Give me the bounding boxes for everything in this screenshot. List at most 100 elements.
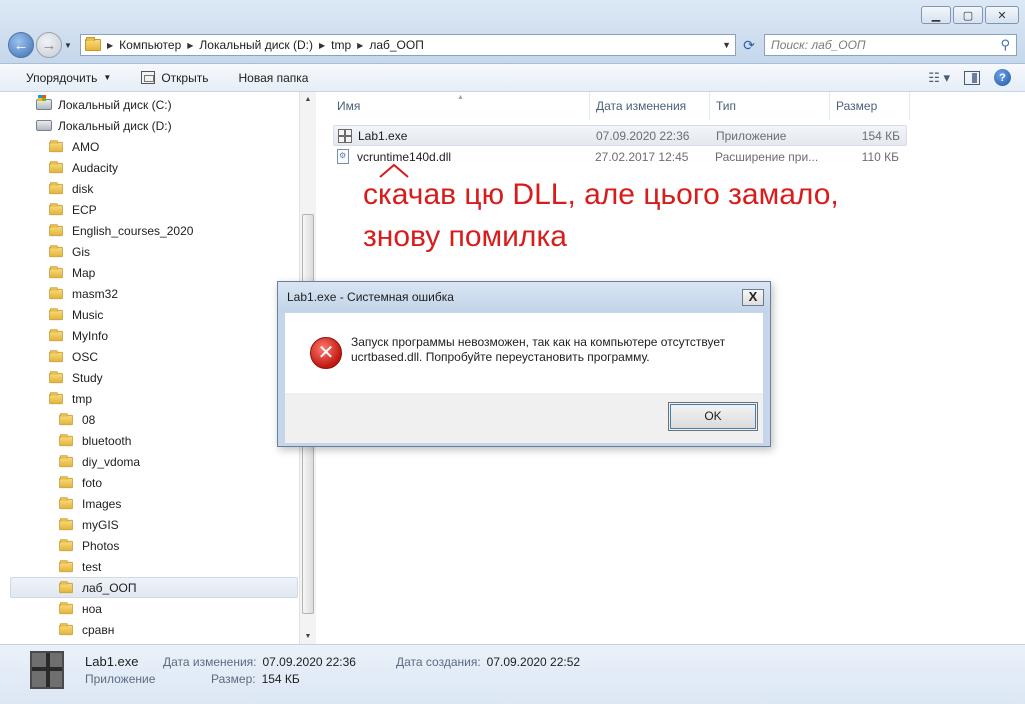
tree-item-label: Map (72, 265, 96, 280)
tree-item-folder[interactable]: Map (48, 262, 95, 283)
search-icon[interactable]: ⚲ (1000, 37, 1010, 53)
tree-item-folder[interactable]: myGIS (58, 514, 119, 535)
file-date: 27.02.2017 12:45 (595, 149, 689, 164)
folder-icon (59, 496, 73, 509)
chevron-right-icon[interactable]: ▶ (187, 41, 193, 50)
search-input[interactable]: Поиск: лаб_ООП ⚲ (764, 34, 1017, 56)
tree-item-folder[interactable]: сравн (58, 619, 114, 640)
back-button[interactable]: ← (8, 32, 34, 58)
tree-item-label: Photos (82, 538, 120, 553)
ok-button[interactable]: OK (668, 402, 758, 431)
folder-icon (49, 223, 63, 236)
tree-item-lab-oop-selected[interactable]: лаб_ООП (10, 577, 298, 598)
refresh-button[interactable]: ⟳ (738, 34, 760, 56)
tree-item-label: masm32 (72, 286, 119, 301)
details-file-name: Lab1.exe (85, 654, 139, 669)
folder-icon (85, 37, 101, 51)
folder-icon (59, 538, 73, 551)
view-options-button[interactable]: ☷ ▾ (928, 70, 950, 86)
details-created: Дата создания: 07.09.2020 22:52 (396, 655, 580, 669)
file-row[interactable]: vcruntime140d.dll 27.02.2017 12:45 Расши… (333, 146, 907, 167)
toolbar-right: ☷ ▾ ? (928, 69, 1011, 86)
new-folder-button[interactable]: Новая папка (238, 71, 308, 85)
folder-icon (49, 265, 63, 278)
chevron-right-icon[interactable]: ▶ (107, 41, 113, 50)
dialog-close-button[interactable]: X (742, 289, 764, 306)
tree-item-folder[interactable]: English_courses_2020 (48, 220, 193, 241)
dll-icon (337, 149, 349, 164)
tree-item-folder[interactable]: 08 (58, 409, 95, 430)
organize-button[interactable]: Упорядочить ▼ (26, 71, 111, 85)
details-size-label: Размер: (211, 672, 256, 686)
tree-item-label: Локальный диск (C:) (58, 97, 172, 112)
tree-item-label: 08 (82, 412, 96, 427)
close-button[interactable]: ✕ (985, 6, 1019, 24)
file-name: Lab1.exe (358, 128, 408, 143)
organize-label: Упорядочить (26, 70, 98, 85)
tree-item-folder[interactable]: Images (58, 493, 121, 514)
column-header-type[interactable]: Тип (710, 92, 830, 120)
tree-item-folder[interactable]: disk (48, 178, 93, 199)
error-message-line-2: ucrtbased.dll. Попробуйте переустановить… (351, 350, 650, 364)
preview-pane-button[interactable] (964, 70, 980, 85)
tree-item-folder[interactable]: MyInfo (48, 325, 108, 346)
system-drive-icon (36, 95, 52, 110)
new-folder-label: Новая папка (238, 70, 309, 85)
folder-icon (49, 391, 63, 404)
scroll-down-icon[interactable]: ▼ (300, 633, 316, 640)
tree-item-folder[interactable]: Music (48, 304, 103, 325)
breadcrumb-tmp[interactable]: tmp (331, 38, 351, 52)
tree-item-folder[interactable]: Photos (58, 535, 119, 556)
help-button[interactable]: ? (994, 69, 1011, 86)
dialog-body: ✕ Запуск программы невозможен, так как н… (285, 313, 763, 393)
chevron-right-icon[interactable]: ▶ (357, 41, 363, 50)
tree-item-folder[interactable]: Gis (48, 241, 90, 262)
tree-item-folder[interactable]: Audacity (48, 157, 118, 178)
open-button[interactable]: Открыть (141, 71, 208, 85)
forward-button[interactable]: → (36, 32, 62, 58)
error-dialog: Lab1.exe - Системная ошибка X ✕ Запуск п… (277, 281, 771, 447)
tree-item-label: foto (82, 475, 103, 490)
file-type: Расширение при... (715, 149, 819, 164)
column-header-name[interactable]: Имя (317, 92, 590, 120)
tree-item-folder[interactable]: Study (48, 367, 103, 388)
breadcrumb-lab-oop[interactable]: лаб_ООП (369, 38, 424, 52)
scroll-up-icon[interactable]: ▲ (300, 96, 316, 103)
tree-item-drive-d[interactable]: Локальный диск (D:) (36, 115, 172, 136)
annotation-caret-mark (379, 163, 409, 178)
file-size: 110 КБ (861, 149, 899, 164)
annotation-line-1: скачав цю DLL, але цього замало, (363, 178, 839, 211)
tree-item-folder[interactable]: ECP (48, 199, 97, 220)
address-bar[interactable]: ▶ Компьютер ▶ Локальный диск (D:) ▶ tmp … (80, 34, 736, 56)
minimize-button[interactable]: ▁ (921, 6, 951, 24)
tree-item-tmp[interactable]: tmp (48, 388, 92, 409)
maximize-button[interactable]: ▢ (953, 6, 983, 24)
column-header-date[interactable]: Дата изменения (590, 92, 710, 120)
dialog-title: Lab1.exe - Системная ошибка (278, 282, 770, 312)
tree-item-folder[interactable]: AMO (48, 136, 99, 157)
history-dropdown[interactable]: ▼ (62, 41, 74, 50)
tree-item-folder[interactable]: bluetooth (58, 430, 131, 451)
tree-item-folder[interactable]: test (58, 556, 101, 577)
chevron-right-icon[interactable]: ▶ (319, 41, 325, 50)
tree-item-folder[interactable]: masm32 (48, 283, 118, 304)
tree-item-folder[interactable]: ноа (58, 598, 102, 619)
address-dropdown[interactable]: ▼ (722, 40, 735, 50)
drive-icon (36, 120, 52, 131)
breadcrumb-computer[interactable]: Компьютер (119, 38, 181, 52)
column-header-size[interactable]: Размер (830, 92, 910, 120)
chevron-down-icon: ▼ (722, 40, 731, 50)
tree-item-label: ноа (82, 601, 102, 616)
details-created-value: 07.09.2020 22:52 (486, 655, 581, 669)
tree-item-folder[interactable]: OSC (48, 346, 98, 367)
file-row[interactable]: Lab1.exe 07.09.2020 22:36 Приложение 154… (333, 125, 907, 146)
folder-icon (59, 475, 73, 488)
breadcrumb-drive-d[interactable]: Локальный диск (D:) (199, 38, 313, 52)
tree-item-folder[interactable]: diy_vdoma (58, 451, 140, 472)
details-pane: Lab1.exe Приложение Дата изменения: 07.09… (0, 644, 1025, 704)
details-size-value: 154 КБ (261, 672, 300, 686)
tree-item-label: disk (72, 181, 94, 196)
folder-icon (59, 601, 73, 614)
tree-item-folder[interactable]: foto (58, 472, 102, 493)
tree-item-drive-c[interactable]: Локальный диск (C:) (36, 94, 172, 115)
